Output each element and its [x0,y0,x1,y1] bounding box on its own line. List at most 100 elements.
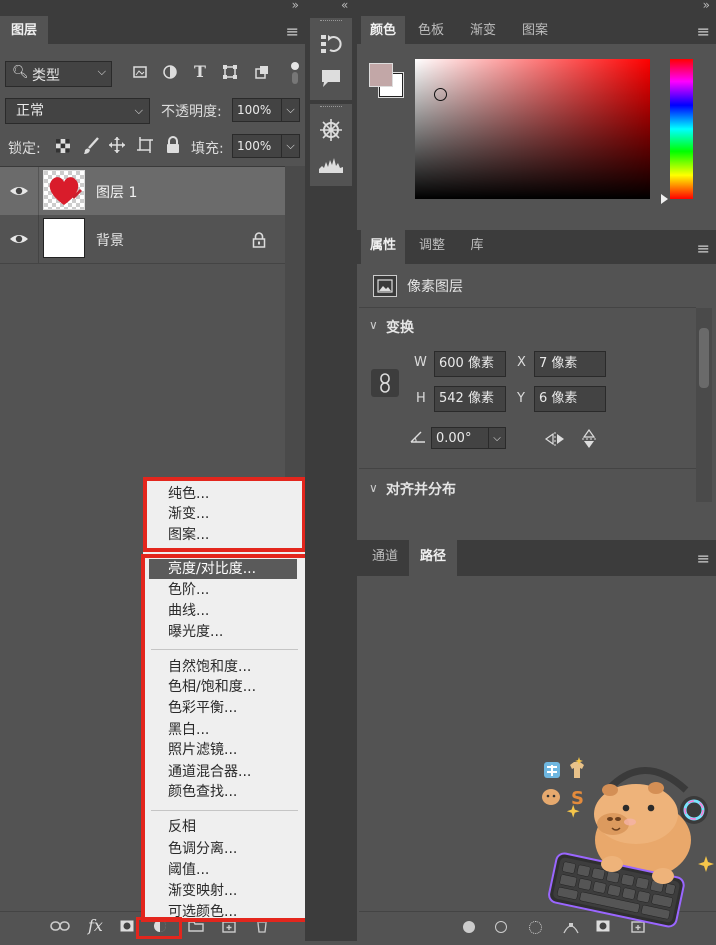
tool-group-2 [310,104,352,186]
hue-slider[interactable] [670,59,693,199]
properties-scrollbar[interactable] [696,308,712,502]
panel-menu-icon[interactable]: ≡ [697,239,710,258]
chevron-down-icon[interactable]: ∨ [369,481,378,495]
capybara-sticker: S [538,752,716,941]
smart-object-filter-icon[interactable] [254,64,270,80]
brush-icon[interactable] [82,137,100,155]
layer-filter-select[interactable]: 🔍︎ 类型 ⌵ [5,61,112,87]
divider [38,215,39,263]
add-mask-icon[interactable] [120,920,134,936]
tab-layers[interactable]: 图层 [0,16,48,46]
highlight-box-adjustments [141,554,313,922]
divider [359,468,696,469]
histogram-icon[interactable] [318,154,344,178]
lock-label: 锁定: [8,141,41,157]
grip [320,20,342,23]
layer-name[interactable]: 背景 [96,230,124,250]
eye-icon[interactable] [9,231,29,251]
transform-section-title[interactable]: 变换 [386,317,414,337]
x-input[interactable]: 7 像素 [534,351,606,377]
middle-dock-header: « [305,0,357,16]
fill-dropdown[interactable]: ⌵ [281,134,300,158]
blend-mode-value: 正常 [16,103,44,119]
tool-group-1 [310,18,352,100]
pixel-layer-icon [373,275,397,297]
align-section-title[interactable]: 对齐并分布 [386,479,456,499]
divider [359,307,696,308]
right-dock-header: » [357,0,716,16]
panel-menu-icon[interactable]: ≡ [697,22,710,41]
link-dimensions-button[interactable] [371,369,399,397]
divider [0,263,285,264]
group-icon[interactable] [188,920,204,936]
collapse-right-icon[interactable]: » [292,0,299,12]
grip [320,106,342,109]
tab-channels[interactable]: 通道 [361,540,409,576]
angle-dropdown[interactable]: ⌵ [488,427,506,449]
angle-input[interactable]: 0.00° [431,427,489,449]
flip-horizontal-icon[interactable] [544,431,566,451]
lock-transparent-icon[interactable] [55,138,71,154]
shape-filter-icon[interactable] [222,64,238,80]
tab-swatches[interactable]: 色板 [409,16,453,46]
tab-patterns[interactable]: 图案 [511,16,559,46]
tab-libraries[interactable]: 库 [459,230,495,264]
opacity-dropdown[interactable]: ⌵ [281,98,300,122]
artboard-icon[interactable] [136,136,154,154]
fx-icon[interactable]: fx [88,916,103,935]
scrollbar-thumb[interactable] [699,328,709,388]
fill-path-icon[interactable] [463,921,475,933]
navigator-wheel-icon[interactable] [319,118,343,146]
tab-properties[interactable]: 属性 [361,230,405,264]
hue-slider-handle[interactable] [661,194,668,204]
tab-gradients[interactable]: 渐变 [459,16,507,46]
blend-mode-select[interactable]: 正常 ⌵ [5,98,150,124]
layer-name[interactable]: 图层 1 [96,182,137,202]
type-filter-icon[interactable]: T [192,62,208,81]
layer-kind-label: 像素图层 [407,279,463,295]
tab-paths[interactable]: 路径 [409,540,457,576]
layers-tabbar: 图层 ≡ [0,16,305,46]
color-picker-field[interactable] [415,59,650,199]
fill-input[interactable]: 100% [232,134,282,158]
flip-vertical-icon[interactable] [581,428,597,454]
stroke-path-icon[interactable] [495,921,507,933]
color-panel-body [359,46,716,226]
filter-type-label: 类型 [32,68,60,84]
adjustment-filter-icon[interactable] [162,64,178,80]
color-picker-cursor[interactable] [434,88,447,101]
paths-tabbar: 通道 路径 ≡ [357,540,716,576]
tab-color[interactable]: 颜色 [361,16,405,46]
pixel-filter-icon[interactable] [132,64,148,80]
y-input[interactable]: 6 像素 [534,386,606,412]
properties-tabbar: 属性 调整 库 ≡ [357,230,716,264]
move-icon[interactable] [108,136,126,154]
filter-toggle[interactable] [290,60,300,86]
panel-menu-icon[interactable]: ≡ [286,22,299,41]
width-input[interactable]: 600 像素 [434,351,506,377]
height-input[interactable]: 542 像素 [434,386,506,412]
collapse-right-icon[interactable]: » [703,0,710,12]
x-label: X [517,355,526,370]
foreground-color-swatch[interactable] [369,63,393,87]
fill-label: 填充: [191,141,224,157]
eye-icon[interactable] [9,183,29,203]
angle-icon [409,430,427,448]
panel-menu-icon[interactable]: ≡ [697,549,710,568]
highlight-box-adjustment-button [136,917,182,939]
layer-thumbnail [43,218,85,258]
comment-icon[interactable] [320,68,342,92]
lock-all-icon[interactable] [165,136,181,154]
history-icon[interactable] [319,32,343,60]
chevron-down-icon: ⌵ [97,65,106,78]
layer-thumbnail [43,170,85,210]
lock-icon[interactable] [252,232,266,252]
layer-row-layer1[interactable]: 图层 1 [0,167,285,215]
link-layers-icon[interactable] [50,920,70,936]
layer-row-background[interactable]: 背景 [0,215,285,263]
divider [38,167,39,215]
tab-adjustments[interactable]: 调整 [409,230,455,264]
opacity-input[interactable]: 100% [232,98,282,122]
chevron-down-icon[interactable]: ∨ [369,318,378,332]
collapse-left-icon[interactable]: « [341,0,348,12]
